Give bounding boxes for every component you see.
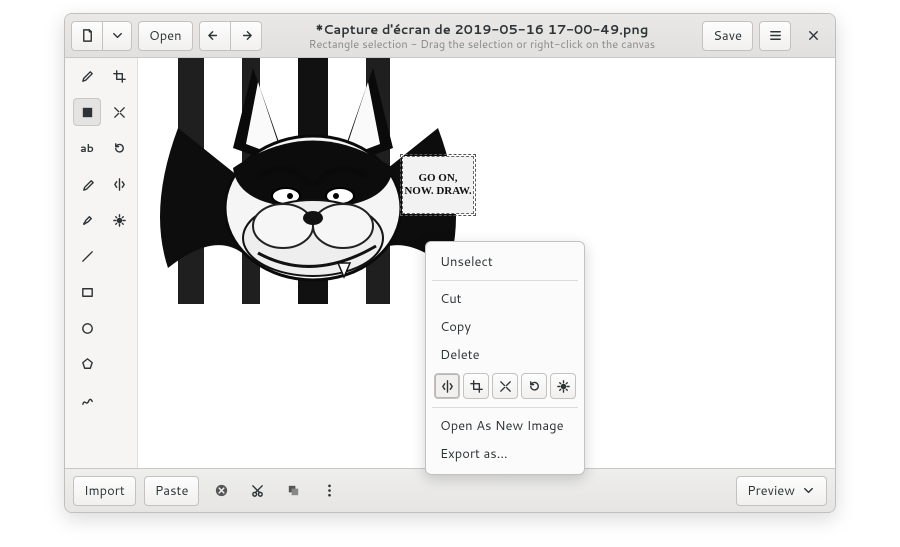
undo-button[interactable] bbox=[199, 21, 231, 51]
footer-cut-button[interactable] bbox=[243, 477, 271, 505]
color-picker-tool[interactable] bbox=[73, 170, 101, 198]
save-button[interactable]: Save bbox=[702, 21, 753, 51]
ctx-expand-button[interactable] bbox=[492, 373, 518, 399]
window-subtitle: Rectangle selection - Drag the selection… bbox=[268, 38, 697, 51]
ctx-copy[interactable]: Copy bbox=[426, 313, 584, 341]
rectangle-icon bbox=[80, 285, 95, 300]
flip-icon bbox=[440, 379, 455, 394]
expand-icon bbox=[498, 379, 513, 394]
hamburger-icon bbox=[768, 28, 783, 43]
flip-tool[interactable] bbox=[105, 170, 133, 198]
filter-tool[interactable] bbox=[105, 206, 133, 234]
selection-rectangle[interactable] bbox=[400, 154, 476, 216]
filter-icon bbox=[112, 213, 127, 228]
expand-icon bbox=[112, 105, 127, 120]
filter-icon bbox=[556, 379, 571, 394]
redo-icon bbox=[238, 28, 253, 43]
pencil-icon bbox=[80, 69, 95, 84]
ctx-filter-button[interactable] bbox=[550, 373, 576, 399]
close-icon bbox=[806, 28, 821, 43]
chevron-down-icon bbox=[110, 28, 125, 43]
tool-palette: ab bbox=[65, 58, 137, 468]
ctx-cut[interactable]: Cut bbox=[426, 285, 584, 313]
app-window: Open *Capture d'écran de 2019-05-16 17-0… bbox=[64, 13, 836, 513]
pencil-tool[interactable] bbox=[73, 62, 101, 90]
tool-column-left: ab bbox=[71, 62, 103, 464]
footer-cancel-button[interactable] bbox=[207, 477, 235, 505]
ctx-delete[interactable]: Delete bbox=[426, 341, 584, 369]
ctx-icon-row bbox=[426, 369, 584, 403]
title-block: *Capture d'écran de 2019-05-16 17-00-49.… bbox=[268, 20, 697, 52]
ctx-flip-button[interactable] bbox=[434, 373, 460, 399]
ctx-separator bbox=[432, 407, 578, 408]
new-file-icon bbox=[80, 28, 95, 43]
footer-layers-button[interactable] bbox=[279, 477, 307, 505]
line-tool[interactable] bbox=[73, 242, 101, 270]
open-button[interactable]: Open bbox=[138, 21, 193, 51]
color-picker-icon bbox=[80, 177, 95, 192]
new-file-button[interactable] bbox=[71, 21, 103, 51]
header-bar: Open *Capture d'écran de 2019-05-16 17-0… bbox=[65, 14, 835, 58]
ctx-crop-button[interactable] bbox=[463, 373, 489, 399]
redo-button[interactable] bbox=[230, 21, 262, 51]
text-icon: ab bbox=[80, 140, 94, 156]
flip-icon bbox=[112, 177, 127, 192]
brush-tool[interactable] bbox=[73, 206, 101, 234]
brush-icon bbox=[80, 213, 95, 228]
ctx-rotate-button[interactable] bbox=[521, 373, 547, 399]
rectangle-tool[interactable] bbox=[73, 278, 101, 306]
circle-tool[interactable] bbox=[73, 314, 101, 342]
more-vertical-icon bbox=[322, 483, 337, 498]
undo-redo-group bbox=[199, 21, 262, 51]
close-window-button[interactable] bbox=[797, 21, 829, 51]
expand-tool[interactable] bbox=[105, 98, 133, 126]
text-tool[interactable]: ab bbox=[73, 134, 101, 162]
rotate-tool[interactable] bbox=[105, 134, 133, 162]
select-rect-tool[interactable] bbox=[73, 98, 101, 126]
scissors-icon bbox=[250, 483, 265, 498]
ctx-separator bbox=[432, 280, 578, 281]
circle-icon bbox=[80, 321, 95, 336]
import-button[interactable]: Import bbox=[73, 476, 136, 506]
freehand-tool[interactable] bbox=[73, 386, 101, 414]
undo-icon bbox=[207, 28, 222, 43]
polygon-icon bbox=[80, 357, 95, 372]
cancel-icon bbox=[214, 483, 229, 498]
freehand-icon bbox=[80, 393, 95, 408]
preview-button[interactable]: Preview bbox=[736, 476, 827, 506]
crop-icon bbox=[112, 69, 127, 84]
ctx-open-new-image[interactable]: Open As New Image bbox=[426, 412, 584, 440]
rotate-icon bbox=[112, 141, 127, 156]
new-file-split-button[interactable] bbox=[71, 21, 132, 51]
select-rect-icon bbox=[80, 105, 95, 120]
crop-tool[interactable] bbox=[105, 62, 133, 90]
ctx-unselect[interactable]: Unselect bbox=[426, 248, 584, 276]
tool-column-right bbox=[103, 62, 135, 464]
chevron-down-icon bbox=[801, 483, 816, 498]
layers-icon bbox=[286, 483, 301, 498]
crop-icon bbox=[469, 379, 484, 394]
footer-more-button[interactable] bbox=[315, 477, 343, 505]
ctx-export-as[interactable]: Export as… bbox=[426, 440, 584, 468]
polygon-tool[interactable] bbox=[73, 350, 101, 378]
context-menu: Unselect Cut Copy Delete Open As New Ima… bbox=[425, 241, 585, 475]
paste-button[interactable]: Paste bbox=[144, 476, 200, 506]
hamburger-menu-button[interactable] bbox=[759, 21, 791, 51]
new-file-dropdown[interactable] bbox=[102, 21, 132, 51]
line-icon bbox=[80, 249, 95, 264]
rotate-icon bbox=[527, 379, 542, 394]
